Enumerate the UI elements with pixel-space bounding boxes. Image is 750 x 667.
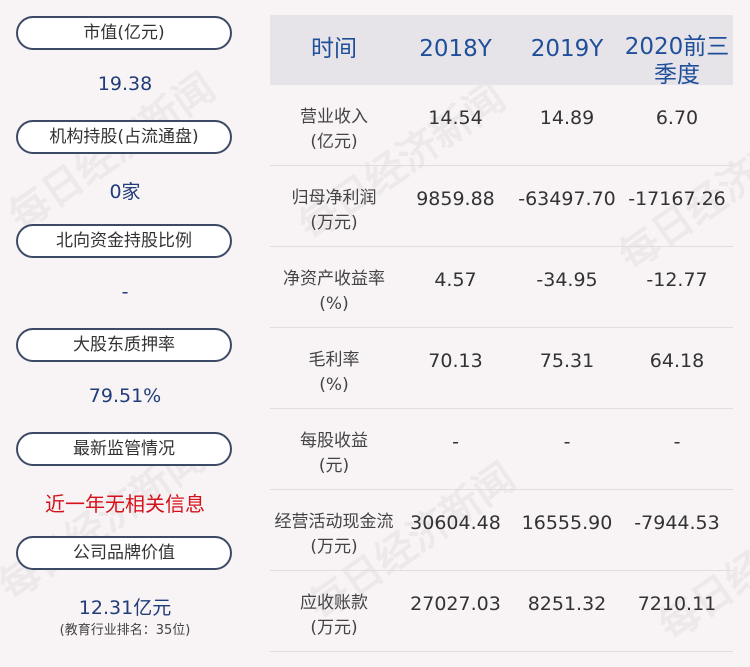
row-value: - — [673, 431, 681, 453]
pledge-rate-label: 大股东质押率 — [16, 328, 232, 362]
row-value: 4.57 — [434, 269, 477, 291]
row-value: - — [452, 431, 459, 453]
row-value: 70.13 — [428, 350, 483, 372]
row-label: 营业收入 (亿元) — [300, 107, 368, 152]
row-value: - — [563, 431, 571, 453]
row-value: 6.70 — [655, 107, 699, 129]
row-label: 应收账款 (万元) — [300, 593, 368, 638]
table-row: 净资产收益率 (%) 4.57 -34.95 -12.77 — [270, 247, 733, 328]
row-label: 归母净利润 (万元) — [291, 188, 377, 233]
row-value: 75.31 — [539, 350, 595, 372]
header-2020q3: 2020前三季度 — [624, 34, 730, 88]
row-value: 9859.88 — [416, 188, 495, 210]
row-value: -63497.70 — [518, 188, 616, 210]
brand-value-value: 12.31亿元 — [78, 597, 172, 619]
table-row: 每股收益 (元) - - - — [270, 409, 733, 490]
brand-value-label: 公司品牌价值 — [16, 536, 232, 570]
row-value: 14.89 — [539, 107, 595, 129]
header-2019: 2019Y — [530, 36, 604, 62]
market-cap-value: 19.38 — [97, 73, 153, 95]
pledge-rate-value: 79.51% — [88, 385, 162, 407]
row-label: 净资产收益率 (%) — [283, 269, 385, 314]
regulation-label: 最新监管情况 — [16, 432, 232, 466]
table-body: 营业收入 (亿元) 14.54 14.89 6.70 归母净利润 (万元) 9859.88… — [270, 85, 733, 652]
row-value: 7210.11 — [637, 593, 717, 615]
institution-holding-label: 机构持股(占流通盘) — [16, 120, 232, 154]
northbound-ratio-value: - — [121, 281, 129, 303]
row-value: -7944.53 — [634, 512, 720, 534]
row-value: 30604.48 — [410, 512, 501, 534]
row-value: 8251.32 — [527, 593, 607, 615]
row-value: -34.95 — [536, 269, 598, 291]
row-value: 64.18 — [649, 350, 705, 372]
table-row: 营业收入 (亿元) 14.54 14.89 6.70 — [270, 85, 733, 166]
market-cap-label: 市值(亿元) — [16, 16, 232, 50]
left-panel: 市值(亿元) 19.38 机构持股(占流通盘) 0家 北向资金持股比例 - 大股… — [0, 0, 250, 667]
table-row: 毛利率 (%) 70.13 75.31 64.18 — [270, 328, 733, 409]
row-value: -17167.26 — [628, 188, 726, 210]
row-value: 16555.90 — [521, 512, 613, 534]
header-time: 时间 — [311, 36, 357, 62]
institution-holding-value: 0家 — [109, 181, 141, 203]
financial-table: 时间 2018Y 2019Y 2020前三季度 营业收入 (亿元) 14.54 14… — [270, 15, 733, 652]
northbound-ratio-label: 北向资金持股比例 — [16, 224, 232, 258]
row-value: 27027.03 — [410, 593, 501, 615]
table-row: 归母净利润 (万元) 9859.88 -63497.70 -17167.26 — [270, 166, 733, 247]
row-label: 每股收益 (元) — [300, 431, 368, 476]
row-label: 毛利率 (%) — [308, 350, 360, 395]
regulation-value: 近一年无相关信息 — [45, 492, 205, 516]
header-2018: 2018Y — [419, 36, 492, 62]
brand-rank-note: (教育行业排名：35位) — [59, 623, 191, 638]
table-header: 时间 2018Y 2019Y 2020前三季度 — [270, 15, 733, 88]
row-value: -12.77 — [646, 269, 708, 291]
table-row: 经营活动现金流 (万元) 30604.48 16555.90 -7944.53 — [270, 490, 733, 571]
table-row: 应收账款 (万元) 27027.03 8251.32 7210.11 — [270, 571, 733, 652]
row-value: 14.54 — [428, 107, 483, 129]
row-label: 经营活动现金流 (万元) — [274, 512, 394, 557]
